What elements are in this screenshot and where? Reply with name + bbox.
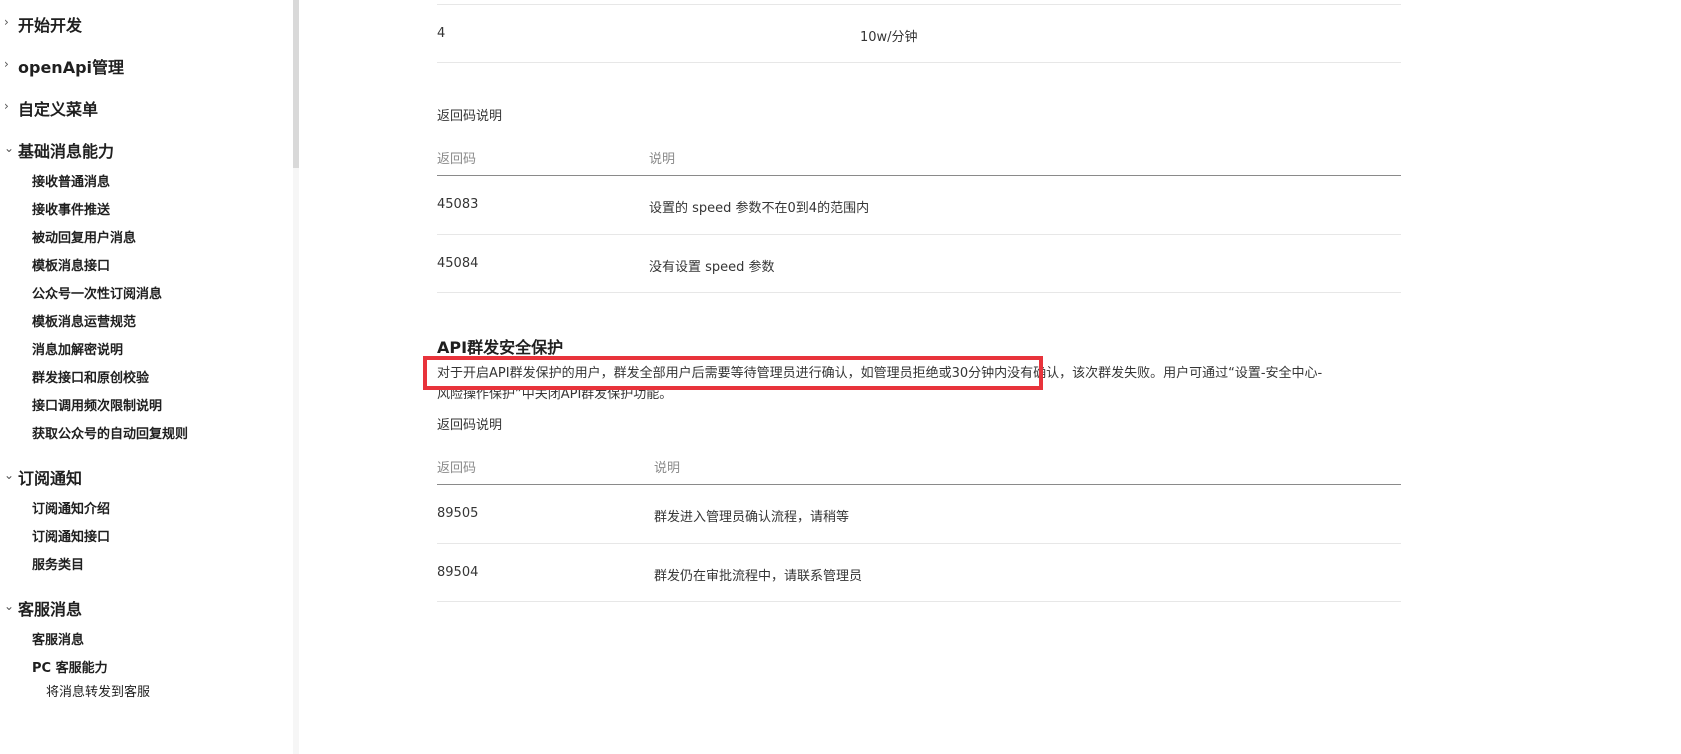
nav-group-label: openApi管理 xyxy=(18,58,125,77)
table-row-desc: 没有设置 speed 参数 xyxy=(649,260,775,275)
sidebar-subitem-forward-kf[interactable]: 将消息转发到客服 xyxy=(46,681,150,700)
sidebar-item-receive-event[interactable]: 接收事件推送 xyxy=(32,199,110,218)
sidebar-item-passive-reply[interactable]: 被动回复用户消息 xyxy=(32,227,136,246)
table-header-divider xyxy=(437,484,1401,485)
speed-rate: 10w/分钟 xyxy=(860,30,918,45)
sidebar-item-subscribe-intro[interactable]: 订阅通知介绍 xyxy=(32,498,110,517)
speed-value: 4 xyxy=(437,26,446,41)
chevron-right-icon: › xyxy=(4,57,9,71)
table-header-code: 返回码 xyxy=(437,461,477,476)
nav-group-label: 客服消息 xyxy=(18,600,83,619)
return-code-heading: 返回码说明 xyxy=(437,418,503,433)
sidebar-nav: › 开始开发 › openApi管理 › 自定义菜单 ⌄ 基础消息能力 接收普通… xyxy=(0,0,293,754)
nav-group-label: 基础消息能力 xyxy=(18,142,115,161)
chevron-right-icon: › xyxy=(4,15,9,29)
table-header-divider xyxy=(437,175,1401,176)
sidebar-item-service-category[interactable]: 服务类目 xyxy=(32,554,84,573)
sidebar-item-pc-kf[interactable]: PC 客服能力 xyxy=(32,657,108,676)
table-row-code: 45084 xyxy=(437,256,479,271)
sidebar-item-receive-normal[interactable]: 接收普通消息 xyxy=(32,171,110,190)
nav-group-kf[interactable]: ⌄ 客服消息 xyxy=(4,596,83,620)
highlight-annotation xyxy=(423,356,1043,390)
table-divider xyxy=(437,234,1401,235)
table-row-desc: 设置的 speed 参数不在0到4的范围内 xyxy=(649,201,870,216)
table-divider xyxy=(437,292,1401,293)
table-row-code: 45083 xyxy=(437,197,479,212)
chevron-down-icon: ⌄ xyxy=(4,141,15,155)
chevron-down-icon: ⌄ xyxy=(4,599,15,613)
nav-group-label: 订阅通知 xyxy=(18,469,83,488)
nav-group-basic-message[interactable]: ⌄ 基础消息能力 xyxy=(4,138,115,162)
sidebar-scrollbar-thumb[interactable] xyxy=(293,0,299,168)
nav-group-start-dev[interactable]: › 开始开发 xyxy=(4,12,83,36)
table-divider xyxy=(437,62,1401,63)
nav-group-openapi[interactable]: › openApi管理 xyxy=(4,54,125,78)
nav-group-custom-menu[interactable]: › 自定义菜单 xyxy=(4,96,99,120)
nav-group-subscribe[interactable]: ⌄ 订阅通知 xyxy=(4,465,83,489)
table-row-code: 89505 xyxy=(437,506,479,521)
sidebar-item-kf-message[interactable]: 客服消息 xyxy=(32,629,84,648)
table-row-code: 89504 xyxy=(437,565,479,580)
chevron-right-icon: › xyxy=(4,99,9,113)
table-header-desc: 说明 xyxy=(649,152,676,167)
chevron-down-icon: ⌄ xyxy=(4,468,15,482)
sidebar-item-one-time-subscribe[interactable]: 公众号一次性订阅消息 xyxy=(32,283,162,302)
sidebar-item-encrypt[interactable]: 消息加解密说明 xyxy=(32,339,123,358)
sidebar-item-subscribe-api[interactable]: 订阅通知接口 xyxy=(32,526,110,545)
section-title: API群发安全保护 xyxy=(437,338,564,357)
table-header-code: 返回码 xyxy=(437,152,477,167)
table-row-desc: 群发进入管理员确认流程，请稍等 xyxy=(654,510,850,525)
sidebar-item-auto-reply[interactable]: 获取公众号的自动回复规则 xyxy=(32,423,188,442)
table-divider xyxy=(437,543,1401,544)
sidebar-item-rate-limit[interactable]: 接口调用频次限制说明 xyxy=(32,395,162,414)
nav-group-label: 自定义菜单 xyxy=(18,100,99,119)
return-code-heading: 返回码说明 xyxy=(437,109,503,124)
nav-group-label: 开始开发 xyxy=(18,16,83,35)
table-divider xyxy=(437,4,1401,5)
sidebar-item-template-api[interactable]: 模板消息接口 xyxy=(32,255,110,274)
table-header-desc: 说明 xyxy=(654,461,681,476)
table-divider xyxy=(437,601,1401,602)
sidebar-item-mass-send[interactable]: 群发接口和原创校验 xyxy=(32,367,149,386)
sidebar-item-template-rules[interactable]: 模板消息运营规范 xyxy=(32,311,136,330)
table-row-desc: 群发仍在审批流程中，请联系管理员 xyxy=(654,569,863,584)
